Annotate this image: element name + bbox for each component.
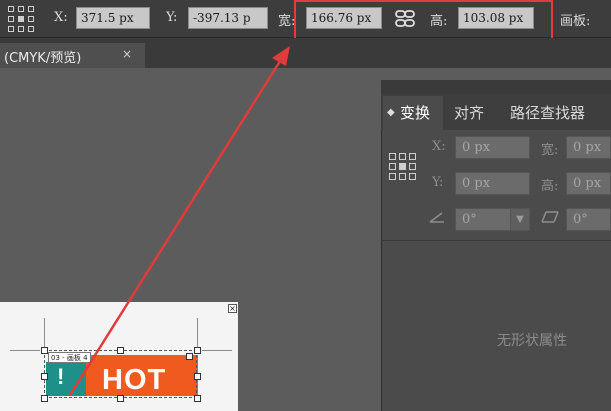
annotation-arrow [68,46,290,396]
